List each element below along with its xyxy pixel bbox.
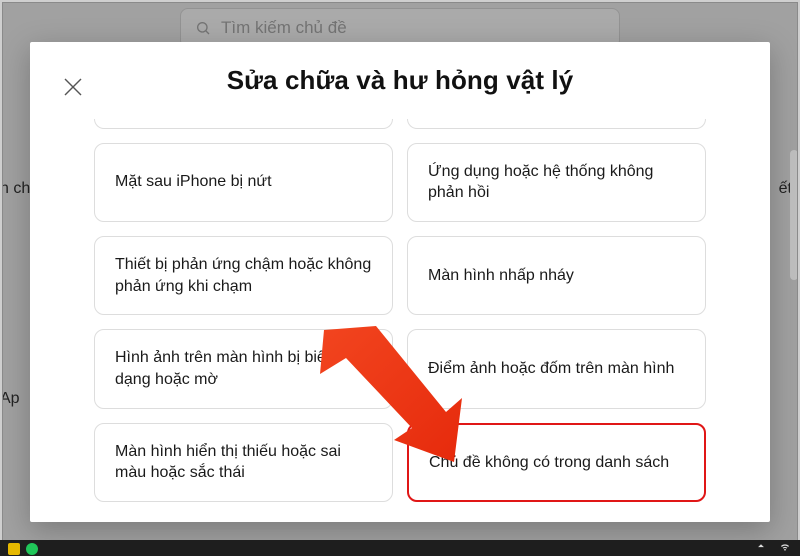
option-missing-colors[interactable]: Màn hình hiển thị thiếu hoặc sai màu hoặ… — [94, 423, 393, 502]
option-back-cracked[interactable]: Mặt sau iPhone bị nứt — [94, 143, 393, 222]
bg-text-left2: Ap — [0, 390, 20, 408]
option-label: Màn hình nhấp nháy — [428, 265, 574, 287]
viewport: Tìm kiếm chủ đề n ch ết l Ap Sửa chữa và… — [0, 0, 800, 556]
bg-text-left: n ch — [0, 180, 30, 198]
scrollbar[interactable] — [790, 150, 798, 280]
option-label: Hình ảnh trên màn hình bị biến dạng hoặc… — [115, 347, 372, 390]
option-not-listed[interactable]: Chủ đề không có trong danh sách — [407, 423, 706, 502]
option-label: Chủ đề không có trong danh sách — [429, 452, 669, 474]
modal-title: Sửa chữa và hư hỏng vật lý — [227, 65, 574, 96]
close-button[interactable] — [56, 70, 90, 104]
option-app-unresponsive[interactable]: Ứng dụng hoặc hệ thống không phản hồi — [407, 143, 706, 222]
option-label: Ứng dụng hoặc hệ thống không phản hồi — [428, 161, 685, 204]
options-grid: Mặt sau iPhone bị nứt Ứng dụng hoặc hệ t… — [30, 119, 770, 522]
prev-option-left[interactable] — [94, 119, 393, 129]
wifi-icon[interactable] — [778, 539, 792, 556]
option-label: Mặt sau iPhone bị nứt — [115, 171, 272, 193]
close-icon — [61, 75, 85, 99]
tray-chevron-icon[interactable] — [754, 539, 768, 556]
previous-row-peek — [94, 119, 706, 129]
option-slow-touch[interactable]: Thiết bị phản ứng chậm hoặc không phản ứ… — [94, 236, 393, 315]
prev-option-right[interactable] — [407, 119, 706, 129]
taskbar — [0, 540, 800, 556]
option-distorted-image[interactable]: Hình ảnh trên màn hình bị biến dạng hoặc… — [94, 329, 393, 408]
option-label: Màn hình hiển thị thiếu hoặc sai màu hoặ… — [115, 441, 372, 484]
taskbar-app-icon-1[interactable] — [8, 542, 20, 554]
taskbar-app-icon-2[interactable] — [26, 542, 38, 554]
option-label: Điểm ảnh hoặc đốm trên màn hình — [428, 358, 674, 380]
option-label: Thiết bị phản ứng chậm hoặc không phản ứ… — [115, 254, 372, 297]
modal-header: Sửa chữa và hư hỏng vật lý — [30, 42, 770, 119]
modal-dialog: Sửa chữa và hư hỏng vật lý Mặt sau iPhon… — [30, 42, 770, 522]
taskbar-left — [8, 542, 38, 554]
option-screen-flicker[interactable]: Màn hình nhấp nháy — [407, 236, 706, 315]
taskbar-right — [754, 539, 792, 556]
option-pixels-spots[interactable]: Điểm ảnh hoặc đốm trên màn hình — [407, 329, 706, 408]
